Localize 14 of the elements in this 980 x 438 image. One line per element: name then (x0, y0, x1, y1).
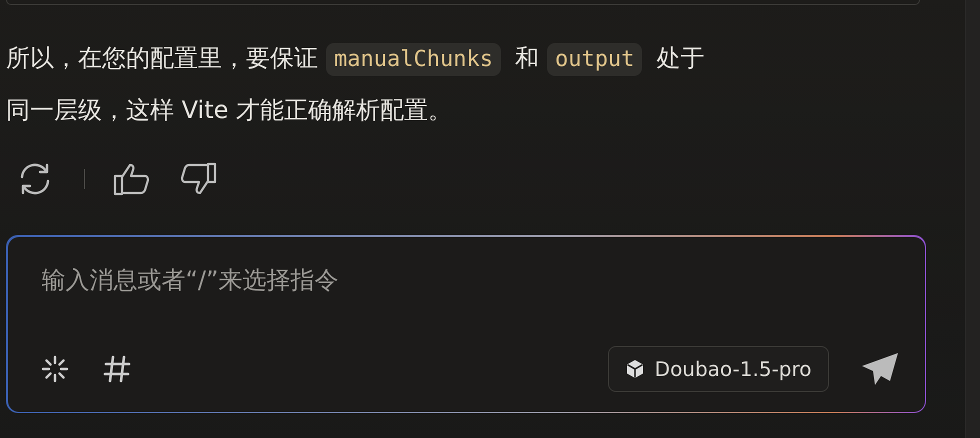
inline-code: output (546, 43, 642, 76)
message-text: 所以，在您的配置里，要保证 (6, 44, 318, 72)
message-text: 和 (514, 44, 539, 72)
message-input[interactable]: 输入消息或者“/”来选择指令 (40, 264, 898, 294)
sparkle-icon[interactable] (40, 354, 70, 384)
cube-icon (624, 358, 645, 378)
message-text: 同一层级，这样 Vite 才能正确解析配置。 (6, 96, 452, 124)
inline-code: manualChunks (326, 43, 501, 76)
message-text: 处于 (656, 44, 704, 72)
send-icon[interactable] (860, 352, 898, 386)
hash-icon[interactable] (102, 354, 132, 384)
thumbs-up-icon[interactable] (113, 162, 151, 196)
thumbs-down-icon[interactable] (179, 162, 217, 196)
model-selector[interactable]: Doubao-1.5-pro (608, 346, 828, 392)
